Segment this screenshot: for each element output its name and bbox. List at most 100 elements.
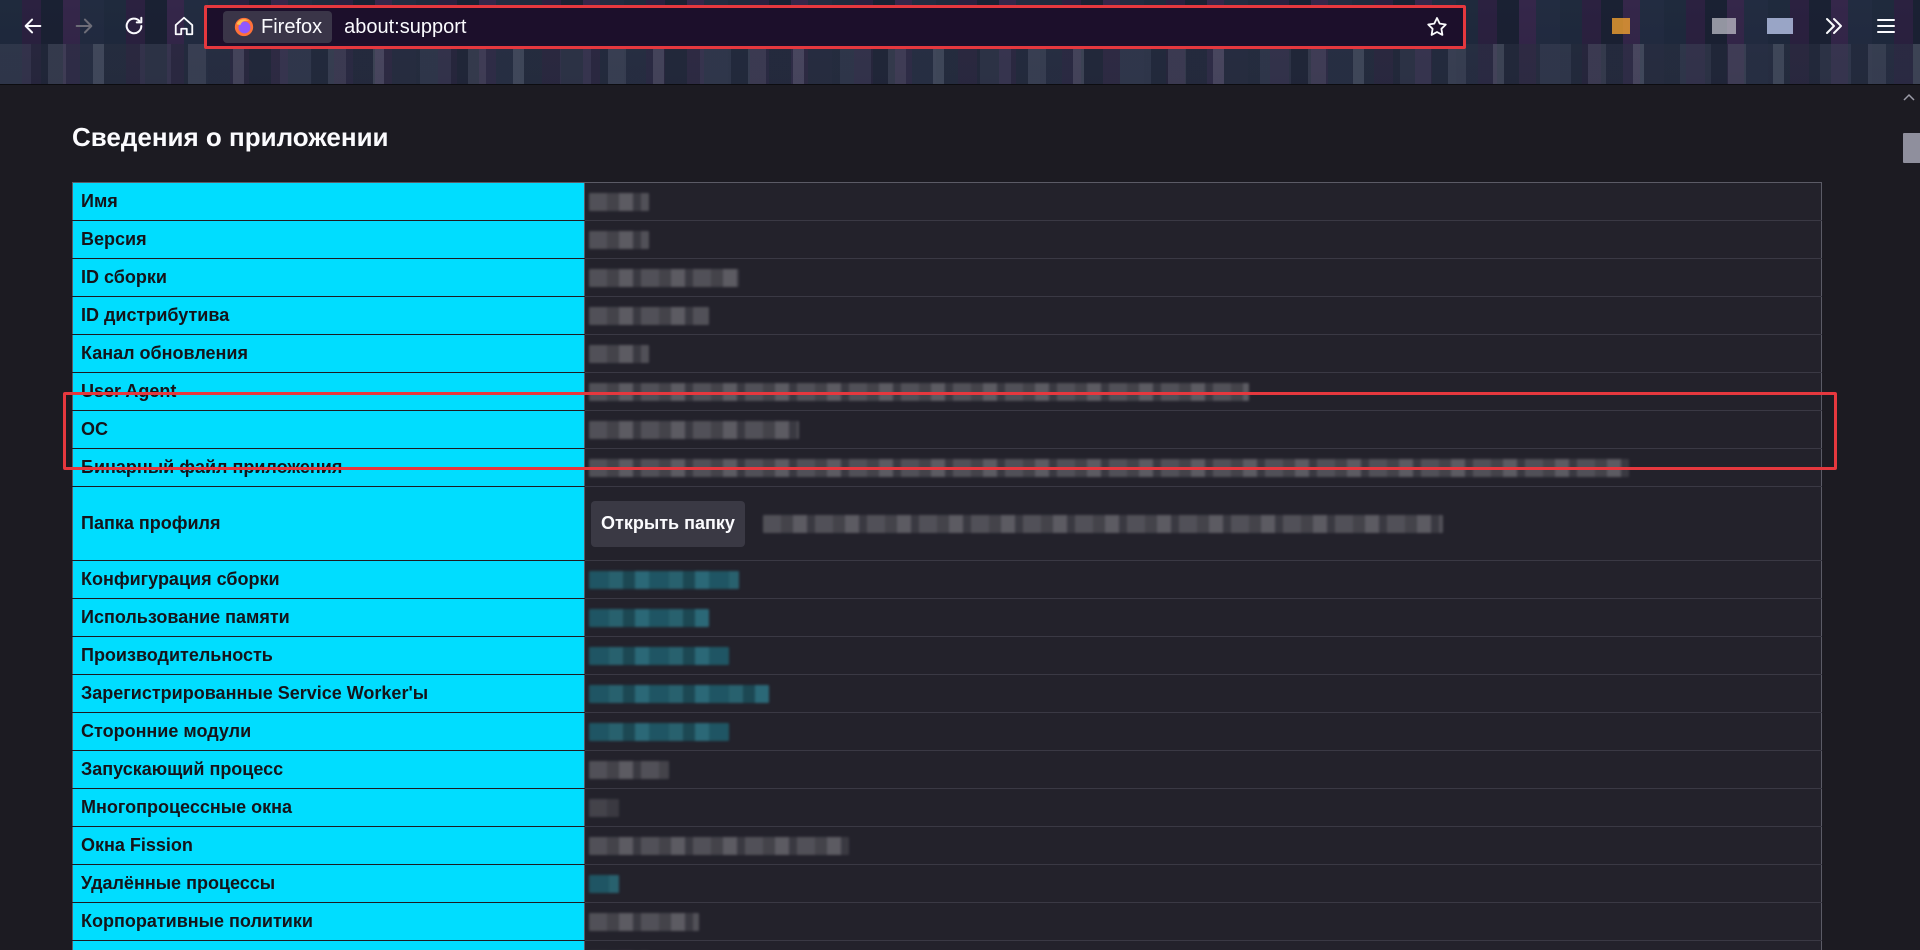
reload-icon [125,16,143,35]
redacted-value [589,230,649,249]
row-value [584,410,1822,449]
identity-box[interactable]: Firefox [223,11,333,43]
table-row: User Agent [72,372,1822,411]
table-row: Корпоративные политики [72,902,1822,941]
row-label: User Agent [72,372,585,411]
row-label [72,940,585,950]
home-icon [174,16,194,36]
row-label: Окна Fission [72,826,585,865]
row-value [584,560,1822,599]
table-row: Зарегистрированные Service Worker'ы [72,674,1822,713]
arrow-right-icon [75,18,93,34]
redacted-value [589,458,1629,477]
table-row: Многопроцессные окна [72,788,1822,827]
row-value: Открыть папку [584,486,1822,561]
row-label: Корпоративные политики [72,902,585,941]
table-row: ОС [72,410,1822,449]
url-bar[interactable]: Firefox [204,5,1466,49]
row-value [584,598,1822,637]
row-label: Канал обновления [72,334,585,373]
page-content: Сведения о приложении Имя Версия ID сборки… [0,86,1920,950]
row-label: Зарегистрированные Service Worker'ы [72,674,585,713]
extensions-area [1602,10,1793,40]
row-value [584,788,1822,827]
open-folder-button[interactable]: Открыть папку [591,500,745,547]
extension-icon[interactable] [1612,18,1630,34]
scrollbar-thumb[interactable] [1903,133,1920,163]
table-row: Запускающий процесс [72,750,1822,789]
row-value [584,826,1822,865]
table-row: Канал обновления [72,334,1822,373]
url-input[interactable] [344,11,1419,43]
row-label: Версия [72,220,585,259]
extension-icon[interactable] [1712,18,1736,34]
overflow-menu-button[interactable] [1816,8,1852,44]
scrollbar[interactable] [1898,86,1920,950]
row-value [584,182,1822,221]
redacted-value [589,798,619,817]
firefox-logo-icon [234,17,254,37]
redacted-value [589,722,729,741]
redacted-value [589,608,709,627]
browser-toolbar: Firefox [0,0,1920,85]
row-value [584,296,1822,335]
table-row: Бинарный файл приложения [72,448,1822,487]
redacted-value [589,344,649,363]
reload-button[interactable] [116,8,152,44]
table-row: Использование памяти [72,598,1822,637]
redacted-value [589,268,739,287]
row-value [584,372,1822,411]
row-value [584,448,1822,487]
table-row: Удалённые процессы [72,864,1822,903]
extension-icon[interactable] [1767,18,1793,34]
table-row: ID сборки [72,258,1822,297]
page-title: Сведения о приложении [72,122,389,152]
bookmark-star-button[interactable] [1419,9,1455,45]
row-value [584,220,1822,259]
table-row: Папка профиля Открыть папку [72,486,1822,561]
row-label: Имя [72,182,585,221]
row-value [584,750,1822,789]
row-value [584,940,1822,950]
row-value [584,712,1822,751]
row-label: Многопроцессные окна [72,788,585,827]
table-row: Конфигурация сборки [72,560,1822,599]
redacted-value [589,382,1249,401]
application-info-table: Имя Версия ID сборки ID дистрибутива Канал о… [72,182,1822,950]
table-row: Версия [72,220,1822,259]
row-label: ID дистрибутива [72,296,585,335]
redacted-value [589,192,649,211]
redacted-value [589,646,729,665]
redacted-value [589,570,739,589]
row-value [584,902,1822,941]
hamburger-menu-icon [1877,19,1895,33]
row-label: Использование памяти [72,598,585,637]
redacted-value [762,514,1443,533]
row-label: Сторонние модули [72,712,585,751]
table-row: Окна Fission [72,826,1822,865]
home-button[interactable] [166,8,202,44]
row-value [584,334,1822,373]
row-value [584,864,1822,903]
row-value [584,674,1822,713]
redacted-value [589,760,669,779]
row-label: Папка профиля [72,486,585,561]
forward-button[interactable] [66,8,102,44]
table-row: Сторонние модули [72,712,1822,751]
row-label: Запускающий процесс [72,750,585,789]
redacted-value [589,912,699,931]
redacted-value [589,684,769,703]
row-value [584,258,1822,297]
redacted-value [589,874,619,893]
app-menu-button[interactable] [1868,8,1904,44]
star-icon [1427,17,1447,36]
redacted-value [589,420,799,439]
redacted-value [589,836,849,855]
table-row: Производительность [72,636,1822,675]
table-row: ID дистрибутива [72,296,1822,335]
row-label: ID сборки [72,258,585,297]
chevron-double-right-icon [1826,18,1842,34]
scroll-up-arrow-icon[interactable] [1901,90,1917,106]
back-button[interactable] [15,8,51,44]
row-label: Конфигурация сборки [72,560,585,599]
